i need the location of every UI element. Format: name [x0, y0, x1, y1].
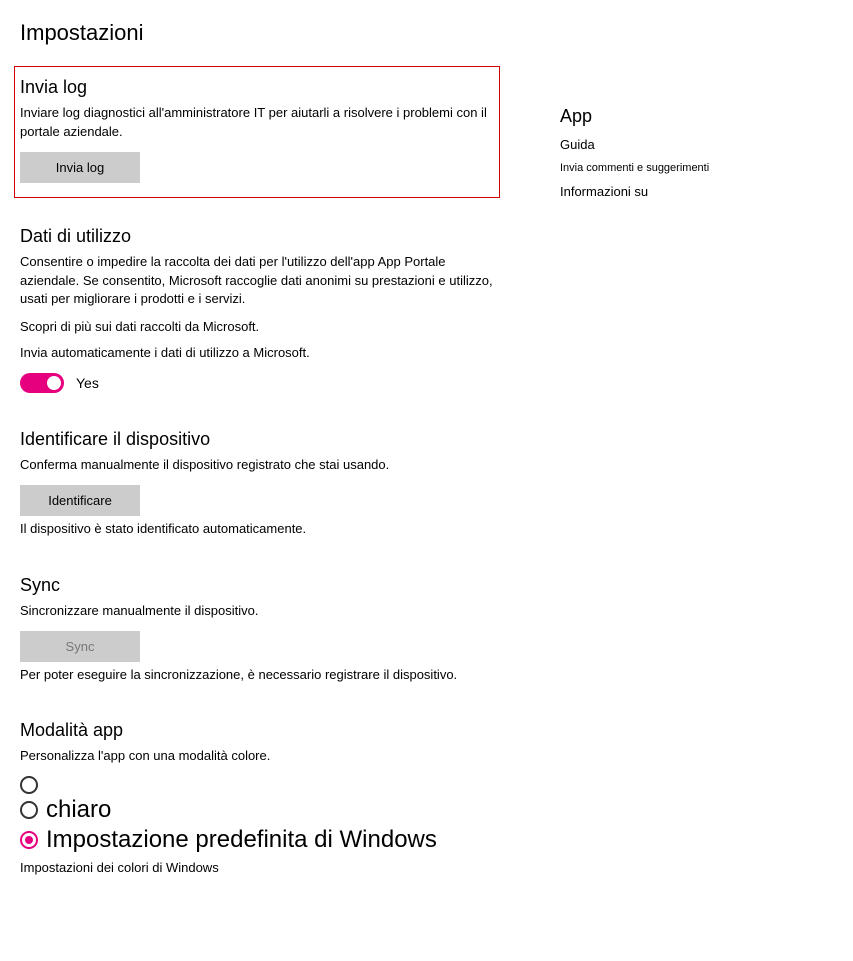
- app-mode-radio-group: chiaro Impostazione predefinita di Windo…: [20, 776, 500, 854]
- identify-button[interactable]: Identificare: [20, 485, 140, 516]
- sidebar-link-guide[interactable]: Guida: [560, 137, 740, 152]
- page-title: Impostazioni: [20, 20, 833, 46]
- sync-section: Sync Sincronizzare manualmente il dispos…: [20, 575, 500, 685]
- identify-device-title: Identificare il dispositivo: [20, 429, 500, 450]
- send-logs-section: Invia log Inviare log diagnostici all'am…: [14, 66, 500, 198]
- radio-option-default[interactable]: [20, 831, 38, 849]
- sync-desc: Sincronizzare manualmente il dispositivo…: [20, 602, 500, 621]
- send-logs-title: Invia log: [20, 77, 487, 98]
- windows-color-settings-link[interactable]: Impostazioni dei colori di Windows: [20, 860, 500, 875]
- identify-status: Il dispositivo è stato identificato auto…: [20, 520, 500, 539]
- sync-title: Sync: [20, 575, 500, 596]
- usage-data-learn-more-link[interactable]: Scopri di più sui dati raccolti da Micro…: [20, 319, 500, 334]
- sidebar-link-about[interactable]: Informazioni su: [560, 184, 740, 199]
- usage-data-toggle-desc: Invia automaticamente i dati di utilizzo…: [20, 344, 500, 363]
- sync-button[interactable]: Sync: [20, 631, 140, 662]
- app-mode-section: Modalità app Personalizza l'app con una …: [20, 720, 500, 875]
- sidebar: App Guida Invia commenti e suggerimenti …: [560, 66, 740, 911]
- app-mode-desc: Personalizza l'app con una modalità colo…: [20, 747, 500, 766]
- send-logs-button[interactable]: Invia log: [20, 152, 140, 183]
- radio-option-1[interactable]: [20, 776, 38, 794]
- radio-option-default-label: Impostazione predefinita di Windows: [46, 826, 437, 854]
- radio-option-light[interactable]: [20, 801, 38, 819]
- identify-device-section: Identificare il dispositivo Conferma man…: [20, 429, 500, 539]
- usage-data-title: Dati di utilizzo: [20, 226, 500, 247]
- usage-data-section: Dati di utilizzo Consentire o impedire l…: [20, 226, 500, 393]
- sync-status: Per poter eseguire la sincronizzazione, …: [20, 666, 500, 685]
- app-mode-title: Modalità app: [20, 720, 500, 741]
- sidebar-link-feedback[interactable]: Invia commenti e suggerimenti: [560, 162, 740, 174]
- sidebar-heading: App: [560, 106, 740, 127]
- usage-data-toggle-label: Yes: [76, 375, 99, 391]
- identify-device-desc: Conferma manualmente il dispositivo regi…: [20, 456, 500, 475]
- main-content: Invia log Inviare log diagnostici all'am…: [20, 66, 500, 911]
- usage-data-desc: Consentire o impedire la raccolta dei da…: [20, 253, 500, 310]
- usage-data-toggle[interactable]: [20, 373, 64, 393]
- send-logs-desc: Inviare log diagnostici all'amministrato…: [20, 104, 487, 142]
- radio-option-light-label: chiaro: [46, 796, 111, 824]
